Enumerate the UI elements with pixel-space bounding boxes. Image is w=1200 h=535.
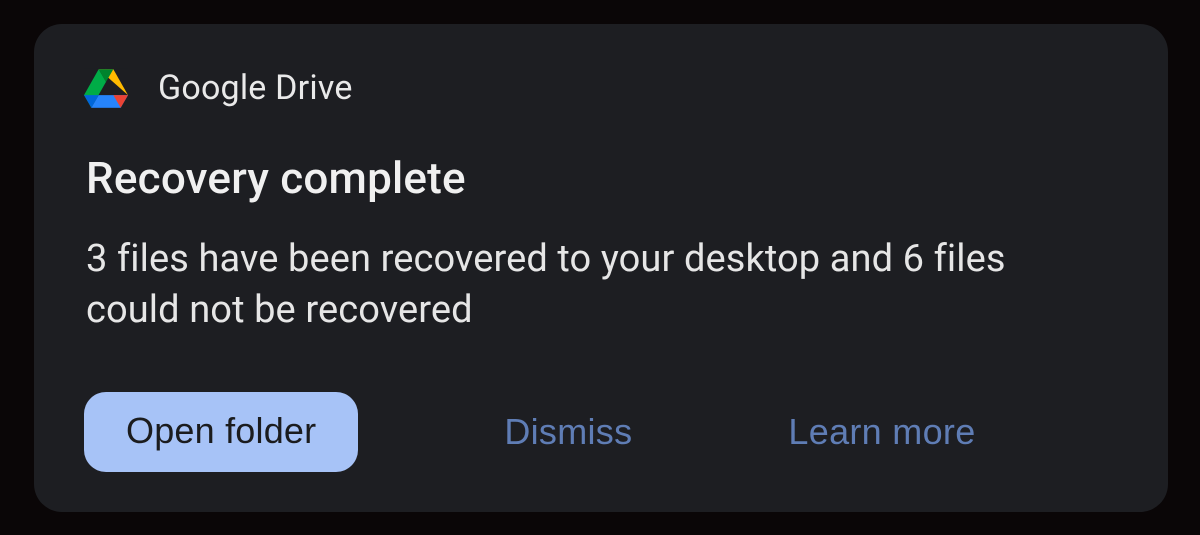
app-name-label: Google Drive (158, 68, 353, 108)
google-drive-icon (84, 68, 128, 108)
learn-more-button[interactable]: Learn more (768, 393, 995, 471)
dismiss-button[interactable]: Dismiss (484, 393, 652, 471)
notification-title: Recovery complete (86, 152, 1118, 204)
notification-body: 3 files have been recovered to your desk… (86, 234, 1106, 337)
recovery-notification-card: Google Drive Recovery complete 3 files h… (34, 24, 1168, 512)
notification-actions: Open folder Dismiss Learn more (84, 362, 1118, 472)
open-folder-button[interactable]: Open folder (84, 392, 358, 472)
notification-header: Google Drive (84, 68, 1118, 108)
